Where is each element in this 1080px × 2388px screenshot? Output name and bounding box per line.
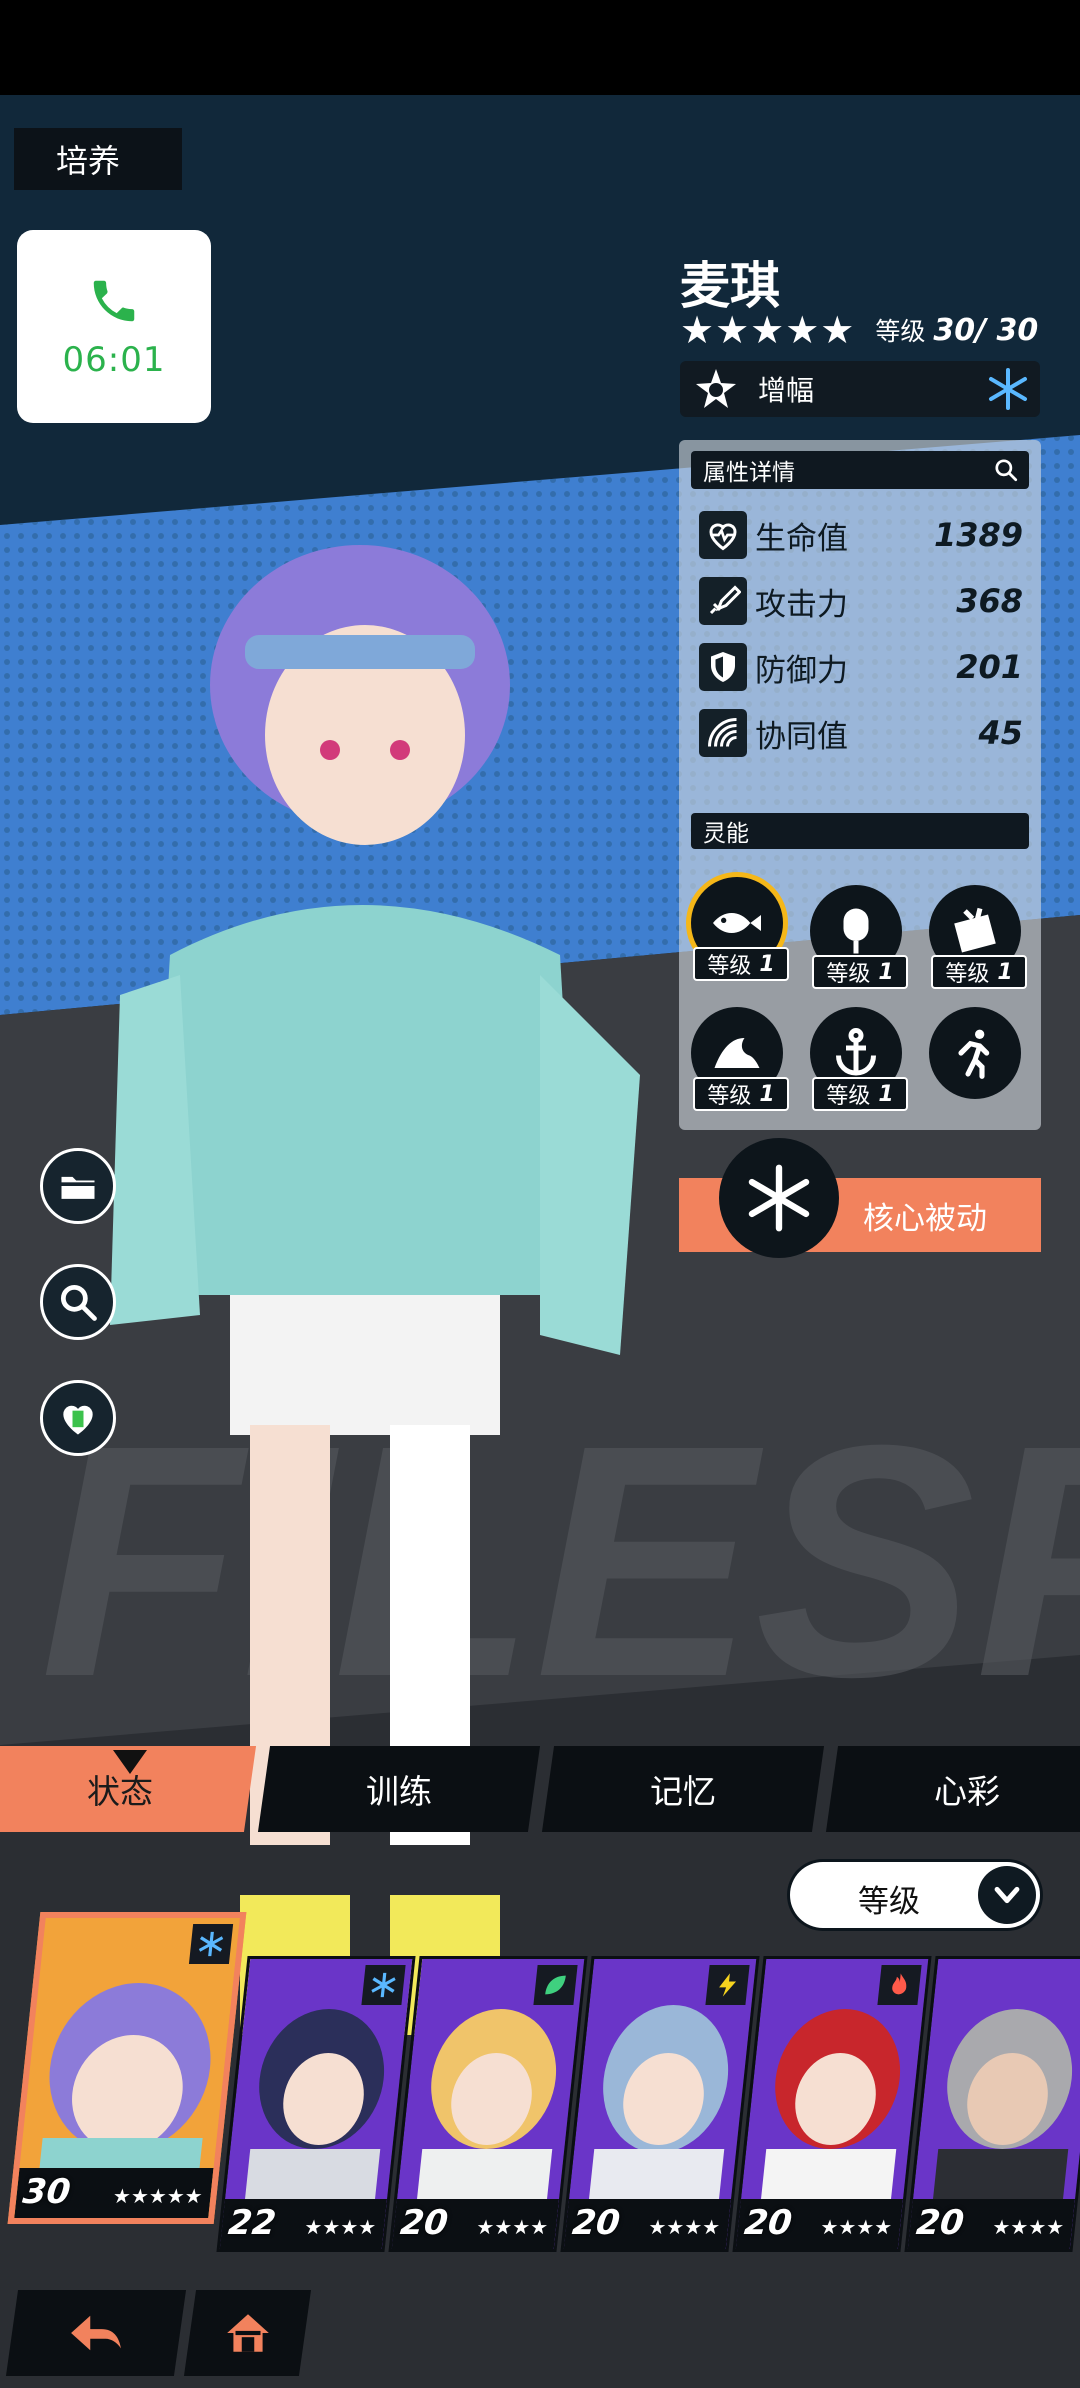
card-stars: ★★★★ xyxy=(475,2215,550,2239)
stat-value: 368 xyxy=(956,582,1023,620)
skill-level: 等级 1 xyxy=(812,1077,908,1111)
heart-icon xyxy=(699,511,747,559)
stat-label: 协同值 xyxy=(755,718,848,755)
stat-value: 201 xyxy=(956,648,1023,686)
stat-row-atk: 攻击力 368 xyxy=(699,573,1025,629)
attribute-header[interactable]: 属性详情 xyxy=(691,451,1029,489)
home-icon xyxy=(226,2314,269,2352)
tab-memory[interactable]: 记忆 xyxy=(541,1746,825,1832)
roster-card[interactable]: 20 ★★★★ xyxy=(904,1956,1080,2252)
tab-training[interactable]: 训练 xyxy=(257,1746,541,1832)
leaf-icon xyxy=(533,1965,578,2005)
card-stars: ★★★★ xyxy=(303,2215,378,2239)
rarity-stars: ★★★★★ xyxy=(680,308,856,352)
roster-card[interactable]: 20 ★★★★ xyxy=(388,1956,588,2252)
stat-row-def: 防御力 201 xyxy=(699,639,1025,695)
skill-slot[interactable]: 等级 1 xyxy=(810,885,908,989)
character-rank: ★★★★★ 等级 30/ 30 xyxy=(680,308,1038,352)
screen-title: 培养 xyxy=(14,128,182,190)
role-name: 增幅 xyxy=(758,374,815,407)
back-arrow-icon xyxy=(71,2315,121,2351)
heart-badge-icon xyxy=(63,1405,93,1435)
call-time: 06:01 xyxy=(62,339,166,380)
affinity-button[interactable] xyxy=(40,1380,116,1456)
snowflake-icon xyxy=(361,1965,406,2005)
card-level: 20 xyxy=(742,2203,794,2243)
card-stars: ★★★★ xyxy=(991,2215,1066,2239)
skill-slot[interactable]: 等级 1 xyxy=(691,1007,789,1111)
wave-icon xyxy=(714,1038,760,1068)
core-snowflake-icon xyxy=(719,1138,839,1258)
card-level: 20 xyxy=(570,2203,622,2243)
search-icon[interactable] xyxy=(993,457,1019,483)
roster-card[interactable]: 20 ★★★★ xyxy=(560,1956,760,2252)
magnifier-icon xyxy=(60,1284,97,1321)
card-level: 20 xyxy=(914,2203,966,2243)
fish-icon xyxy=(713,913,761,933)
level-label: 等级 xyxy=(875,317,926,346)
skill-slot[interactable]: 等级 1 xyxy=(929,885,1027,989)
amplify-icon xyxy=(696,369,736,408)
popsicle-icon xyxy=(843,908,869,954)
folder-button[interactable] xyxy=(40,1148,116,1224)
svg-text:FILESPA: FILESPA xyxy=(40,1376,1080,1745)
sort-dropdown[interactable]: 等级 xyxy=(790,1862,1040,1928)
skill-level: 等级 1 xyxy=(693,1077,789,1111)
phone-icon xyxy=(93,280,135,321)
skill-slot[interactable]: 等级 1 xyxy=(691,877,789,981)
roster-card[interactable]: 22 ★★★★ xyxy=(216,1956,416,2252)
core-passive-label: 核心被动 xyxy=(863,1200,987,1237)
skills-header: 灵能 xyxy=(691,813,1029,849)
core-passive-button[interactable]: 核心被动 xyxy=(679,1138,1041,1258)
sword-icon xyxy=(699,577,747,625)
card-level: 20 xyxy=(398,2203,450,2243)
attribute-header-label: 属性详情 xyxy=(703,460,795,486)
call-widget[interactable]: 06:01 xyxy=(17,230,211,423)
status-bar xyxy=(0,0,1080,95)
attribute-panel: 属性详情 生命值 1389 攻击力 368 防御力 201 协同值 45 灵能 xyxy=(679,440,1041,1130)
level-value: 30/ 30 xyxy=(933,312,1039,348)
shield-icon xyxy=(699,643,747,691)
skill-level: 等级 1 xyxy=(812,955,908,989)
skill-slot[interactable] xyxy=(929,1007,1021,1099)
roster-card[interactable]: 20 ★★★★ xyxy=(732,1956,932,2252)
anchor-icon xyxy=(836,1028,876,1076)
chevron-down-icon[interactable] xyxy=(978,1866,1036,1924)
stat-label: 生命值 xyxy=(755,520,848,557)
block-icon xyxy=(954,907,996,953)
tab-bar: 状态 训练 记忆 心彩 xyxy=(0,1746,1080,1832)
snowflake-icon xyxy=(989,368,1027,410)
role-bar[interactable]: 增幅 xyxy=(680,361,1040,417)
folder-icon xyxy=(61,1176,95,1199)
card-stars: ★★★★ xyxy=(819,2215,894,2239)
card-stars: ★★★★ xyxy=(647,2215,722,2239)
back-button[interactable] xyxy=(5,2290,187,2376)
tab-heart-color[interactable]: 心彩 xyxy=(825,1746,1080,1832)
bolt-icon xyxy=(705,1965,750,2005)
stat-value: 45 xyxy=(978,714,1023,752)
card-level: 22 xyxy=(226,2203,278,2243)
snowflake-icon xyxy=(188,1924,234,1964)
runner-icon xyxy=(958,1029,990,1079)
stat-row-sync: 协同值 45 xyxy=(699,705,1025,761)
stat-value: 1389 xyxy=(933,516,1023,554)
stat-row-hp: 生命值 1389 xyxy=(699,507,1025,563)
flame-icon xyxy=(877,1965,922,2005)
zoom-button[interactable] xyxy=(40,1264,116,1340)
card-stars: ★★★★★ xyxy=(111,2184,204,2208)
stat-label: 攻击力 xyxy=(755,586,848,623)
active-tab-indicator xyxy=(113,1750,147,1774)
skill-slot[interactable]: 等级 1 xyxy=(810,1007,908,1111)
home-button[interactable] xyxy=(183,2290,312,2376)
stat-label: 防御力 xyxy=(755,652,848,689)
skill-level: 等级 1 xyxy=(693,947,789,981)
sort-label: 等级 xyxy=(858,1884,920,1920)
sync-icon xyxy=(699,709,747,757)
card-level: 30 xyxy=(20,2172,73,2212)
skill-level: 等级 1 xyxy=(931,955,1027,989)
roster-card-selected[interactable]: 30 ★★★★★ xyxy=(7,1912,247,2224)
